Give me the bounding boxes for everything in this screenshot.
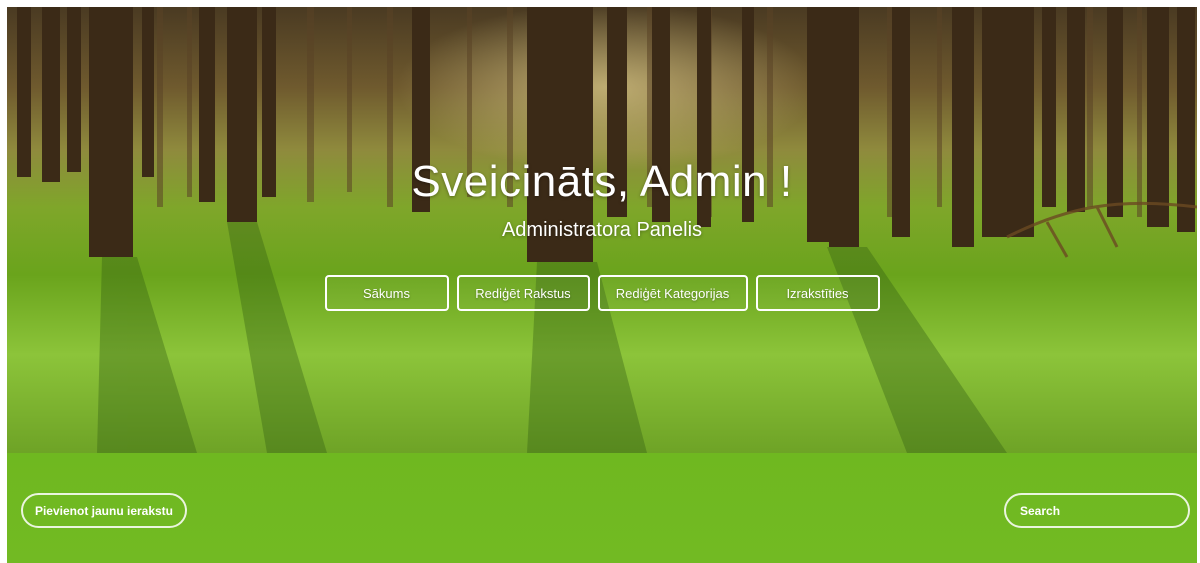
nav-edit-posts-button[interactable]: Rediģēt Rakstus [456, 275, 590, 311]
page-subtitle: Administratora Panelis [501, 219, 703, 241]
action-toolbar: Pievienot jaunu ierakstu [7, 453, 1197, 563]
page: Sveicināts, Admin ! Administratora Panel… [7, 7, 1197, 563]
add-new-post-button[interactable]: Pievienot jaunu ierakstu [21, 493, 187, 528]
search-input[interactable] [1004, 493, 1190, 528]
nav-home-button[interactable]: Sākums [324, 275, 449, 311]
main-nav: Sākums Rediģēt Rakstus Rediģēt Kategorij… [7, 275, 1197, 311]
nav-edit-categories-button[interactable]: Rediģēt Kategorijas [597, 275, 748, 311]
nav-logout-button[interactable]: Izrakstīties [755, 275, 880, 311]
hero-banner: Sveicināts, Admin ! Administratora Panel… [7, 7, 1197, 453]
page-title: Sveicināts, Admin ! [411, 157, 793, 206]
